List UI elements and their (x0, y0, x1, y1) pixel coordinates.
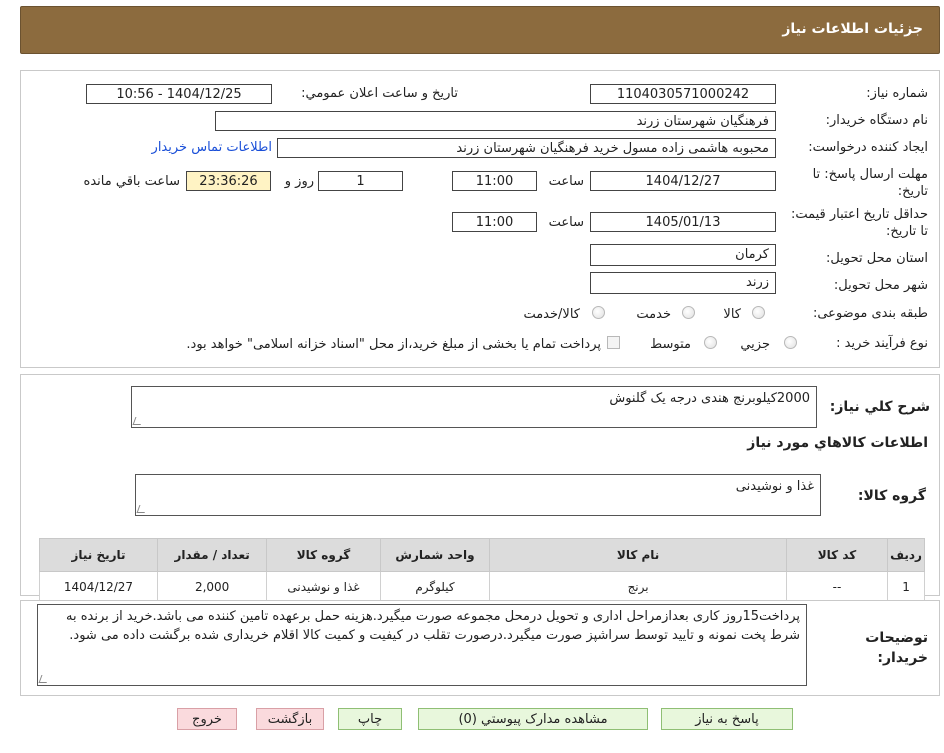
header-item-code: کد کالا (785, 538, 889, 572)
group-text: غذا و نوشیدنی (735, 479, 814, 494)
validity-time-label: ساعت (548, 215, 584, 230)
city-label: شهر محل تحویل: (833, 278, 928, 293)
header-need-date: تاریخ نیاز (39, 538, 158, 572)
summary-label: شرح کلي نیاز: (829, 399, 930, 415)
back-button[interactable]: بازگشت (256, 708, 324, 730)
summary-text: 2000کیلوبرنج هندی درجه یک گلنوش (609, 391, 810, 406)
deadline-date-field: 1404/12/27 (590, 171, 776, 191)
group-label: گروه کالا: (857, 488, 926, 504)
items-table: ردیف کد کالا نام کالا واحد شمارش گروه کا… (39, 538, 925, 603)
cell-row-number: 1 (887, 571, 925, 603)
treasury-checkbox[interactable] (607, 336, 620, 349)
page-title: جزئیات اطلاعات نیاز (782, 21, 923, 37)
notes-label-line2: خریدار: (877, 650, 928, 666)
deadline-time-field: 11:00 (452, 171, 537, 191)
deadline-time-label: ساعت (548, 174, 584, 189)
print-button[interactable]: چاپ (338, 708, 402, 730)
exit-button[interactable]: خروج (177, 708, 237, 730)
requester-field: محبوبه هاشمی زاده مسول خرید فرهنگیان شهر… (277, 138, 776, 158)
purchase-radio-medium[interactable] (704, 336, 717, 349)
reply-button[interactable]: پاسخ به نیاز (661, 708, 793, 730)
category-option-goods-service: کالا/خدمت (523, 307, 580, 322)
city-field: زرند (590, 272, 776, 294)
days-label: روز و (284, 174, 314, 189)
header-quantity: تعداد / مقدار (156, 538, 268, 572)
cell-need-date: 1404/12/27 (39, 571, 158, 603)
cell-quantity: 2,000 (156, 571, 268, 603)
buyer-org-field: فرهنگیان شهرستان زرند (215, 111, 776, 131)
header-row-number: ردیف (887, 538, 925, 572)
purchase-option-medium: متوسط (650, 337, 691, 352)
buyer-org-label: نام دستگاه خریدار: (825, 113, 928, 128)
cell-item-group: غذا و نوشیدنی (266, 571, 381, 603)
cell-unit: کیلوگرم (379, 571, 491, 603)
purchase-type-label: نوع فرآیند خرید : (836, 336, 928, 351)
announce-label: تاریخ و ساعت اعلان عمومي: (301, 86, 458, 101)
category-option-goods: کالا (723, 307, 741, 322)
deadline-label: مهلت ارسال پاسخ: تا تاریخ: (812, 167, 928, 199)
table-row: 1 -- برنج کیلوگرم غذا و نوشیدنی 2,000 14… (39, 571, 925, 603)
validity-date-field: 1405/01/13 (590, 212, 776, 232)
cell-item-name: برنج (489, 571, 787, 603)
header-unit: واحد شمارش (379, 538, 491, 572)
items-section-title: اطلاعات کالاهاي مورد نیاز (747, 435, 928, 451)
category-radio-service[interactable] (682, 306, 695, 319)
remaining-label: ساعت باقي مانده (83, 174, 180, 189)
province-label: استان محل تحویل: (826, 251, 928, 266)
resize-handle-icon[interactable] (38, 675, 50, 683)
notes-textbox[interactable]: پرداخت15روز کاری بعدازمراحل اداری و تحوی… (37, 604, 807, 686)
days-field: 1 (318, 171, 403, 191)
remaining-time-field: 23:36:26 (186, 171, 271, 191)
table-header-row: ردیف کد کالا نام کالا واحد شمارش گروه کا… (39, 538, 925, 572)
category-radio-goods[interactable] (752, 306, 765, 319)
need-number-field: 1104030571000242 (590, 84, 776, 104)
notes-text: پرداخت15روز کاری بعدازمراحل اداری و تحوی… (65, 609, 800, 643)
cell-item-code: -- (785, 571, 889, 603)
group-textbox[interactable]: غذا و نوشیدنی (135, 474, 821, 516)
resize-handle-icon[interactable] (136, 505, 148, 513)
payment-note: پرداخت تمام یا بخشی از مبلغ خرید،از محل … (186, 337, 601, 352)
header-item-name: نام کالا (489, 538, 787, 572)
province-field: کرمان (590, 244, 776, 266)
header-item-group: گروه کالا (266, 538, 381, 572)
buyer-contact-link[interactable]: اطلاعات تماس خریدار (152, 140, 272, 155)
summary-textbox[interactable]: 2000کیلوبرنج هندی درجه یک گلنوش (131, 386, 817, 428)
notes-label-line1: توضیحات (865, 630, 928, 646)
requester-label: ایجاد کننده درخواست: (808, 140, 928, 155)
need-number-label: شماره نیاز: (866, 86, 928, 101)
announce-field: 1404/12/25 - 10:56 (86, 84, 272, 104)
view-attachments-button[interactable]: مشاهده مدارک پیوستي (0) (418, 708, 648, 730)
category-option-service: خدمت (636, 307, 671, 322)
validity-label: حداقل تاریخ اعتبار قیمت: تا تاریخ: (790, 207, 928, 239)
purchase-option-minor: جزیي (740, 337, 770, 352)
notes-label: توضیحات خریدار: (865, 628, 928, 668)
purchase-radio-minor[interactable] (784, 336, 797, 349)
resize-handle-icon[interactable] (132, 417, 144, 425)
category-radio-goods-service[interactable] (592, 306, 605, 319)
category-label: طبقه بندی موضوعی: (812, 306, 928, 321)
page-header: جزئیات اطلاعات نیاز (20, 6, 940, 54)
validity-time-field: 11:00 (452, 212, 537, 232)
